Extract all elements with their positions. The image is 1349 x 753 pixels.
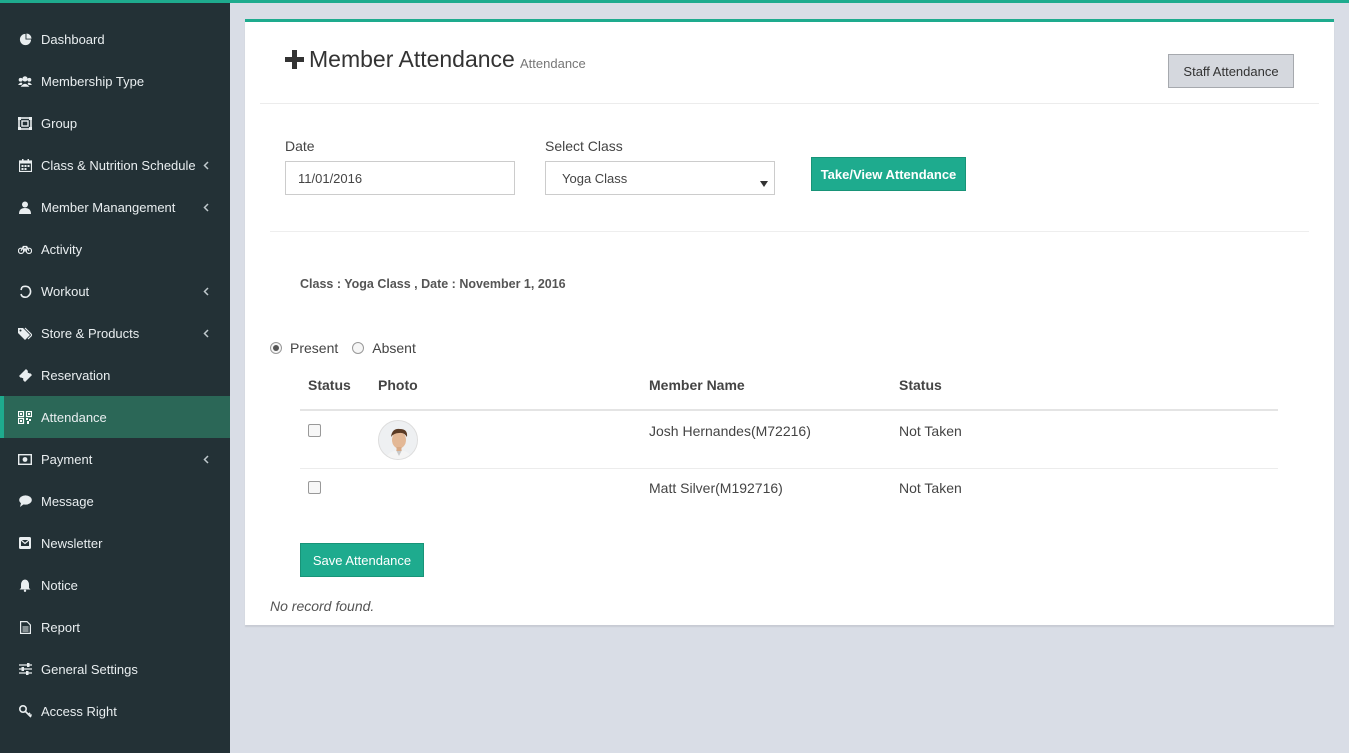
take-view-attendance-button[interactable]: Take/View Attendance (811, 157, 966, 191)
date-field[interactable]: 11/01/2016 (285, 161, 515, 195)
sidebar-item-access-right[interactable]: Access Right (0, 690, 230, 732)
attendance-status: Not Taken (899, 480, 962, 496)
sidebar-item-label: Notice (41, 577, 78, 593)
key-icon (18, 704, 32, 718)
sidebar-item-label: Activity (41, 241, 83, 257)
comment-icon (18, 494, 32, 508)
sidebar-item-workout[interactable]: Workout (0, 270, 230, 312)
bell-icon (18, 578, 32, 592)
page-subtitle: Attendance (520, 56, 586, 71)
chevron-left-icon (200, 451, 212, 467)
top-accent-bar (0, 0, 1349, 3)
page-title: Member Attendance (309, 46, 515, 72)
member-name: Josh Hernandes(M72216) (649, 423, 811, 439)
column-header-status-checkbox: Status (308, 377, 351, 393)
sidebar-item-payment[interactable]: Payment (0, 438, 230, 480)
sidebar-item-activity[interactable]: Activity (0, 228, 230, 270)
sidebar-item-newsletter[interactable]: Newsletter (0, 522, 230, 564)
ticket-icon (18, 368, 32, 382)
no-record-message: No record found. (270, 598, 375, 614)
present-label: Present (290, 340, 339, 356)
bicycle-icon (18, 242, 32, 256)
panel-header: Member Attendance Attendance Staff Atten… (260, 22, 1319, 104)
sidebar-item-membership-type[interactable]: Membership Type (0, 60, 230, 102)
sidebar-item-label: Membership Type (41, 73, 145, 89)
absent-radio[interactable] (352, 342, 365, 354)
sidebar-item-reservation[interactable]: Reservation (0, 354, 230, 396)
users-icon (18, 74, 32, 88)
attendance-status: Not Taken (899, 423, 962, 439)
sidebar-item-member-management[interactable]: Member Manangement (0, 186, 230, 228)
avatar (378, 420, 418, 460)
sliders-icon (18, 662, 32, 676)
caret-down-icon (760, 175, 768, 187)
sidebar-item-label: Attendance (41, 409, 107, 425)
sidebar-item-message[interactable]: Message (0, 480, 230, 522)
table-row: Matt Silver(M192716) Not Taken (300, 469, 1278, 525)
plus-icon (285, 50, 304, 69)
sidebar-item-label: Newsletter (41, 535, 103, 551)
attendance-checkbox[interactable] (308, 481, 321, 494)
staff-attendance-button[interactable]: Staff Attendance (1168, 54, 1294, 88)
workout-icon (18, 284, 32, 298)
attendance-checkbox[interactable] (308, 424, 321, 437)
envelope-icon (18, 536, 32, 550)
class-info: Class : Yoga Class , Date : November 1, … (300, 277, 566, 291)
sidebar-item-label: Group (41, 115, 78, 131)
sidebar-item-dashboard[interactable]: Dashboard (0, 18, 230, 60)
column-header-status: Status (899, 377, 942, 393)
member-name: Matt Silver(M192716) (649, 480, 783, 496)
sidebar: Dashboard Membership Type Group Class & … (0, 0, 230, 753)
sidebar-item-notice[interactable]: Notice (0, 564, 230, 606)
class-select-value: Yoga Class (562, 170, 628, 186)
file-icon (18, 620, 32, 634)
date-value: 11/01/2016 (298, 170, 363, 186)
group-icon (18, 116, 32, 130)
save-attendance-button[interactable]: Save Attendance (300, 543, 424, 577)
column-header-member-name: Member Name (649, 377, 745, 393)
sidebar-item-attendance[interactable]: Attendance (0, 396, 230, 438)
date-label: Date (285, 138, 315, 154)
chevron-left-icon (200, 325, 212, 341)
calendar-icon (18, 158, 32, 172)
sidebar-item-label: Dashboard (41, 31, 105, 47)
present-radio[interactable] (270, 342, 282, 354)
sidebar-item-label: Access Right (41, 703, 117, 719)
dashboard-icon (18, 32, 32, 46)
user-icon (18, 200, 32, 214)
tags-icon (18, 326, 32, 340)
absent-label: Absent (372, 340, 416, 356)
sidebar-item-group[interactable]: Group (0, 102, 230, 144)
column-header-photo: Photo (378, 377, 418, 393)
chevron-left-icon (200, 157, 212, 173)
sidebar-item-report[interactable]: Report (0, 606, 230, 648)
chevron-left-icon (200, 283, 212, 299)
money-icon (18, 452, 32, 466)
sidebar-item-store-products[interactable]: Store & Products (0, 312, 230, 354)
sidebar-item-label: Report (41, 619, 81, 635)
table-row: Josh Hernandes(M72216) Not Taken (300, 411, 1278, 469)
qrcode-icon (18, 410, 32, 424)
chevron-left-icon (200, 199, 212, 215)
sidebar-item-class-nutrition-schedule[interactable]: Class & Nutrition Schedule (0, 144, 230, 186)
sidebar-item-label: General Settings (41, 661, 138, 677)
select-class-label: Select Class (545, 138, 623, 154)
divider (270, 231, 1309, 232)
sidebar-item-general-settings[interactable]: General Settings (0, 648, 230, 690)
class-select[interactable]: Yoga Class (545, 161, 775, 195)
attendance-type-radio-group: Present Absent (270, 340, 416, 356)
sidebar-item-label: Message (41, 493, 94, 509)
sidebar-item-label: Reservation (41, 367, 111, 383)
attendance-panel: Member Attendance Attendance Staff Atten… (245, 19, 1334, 625)
